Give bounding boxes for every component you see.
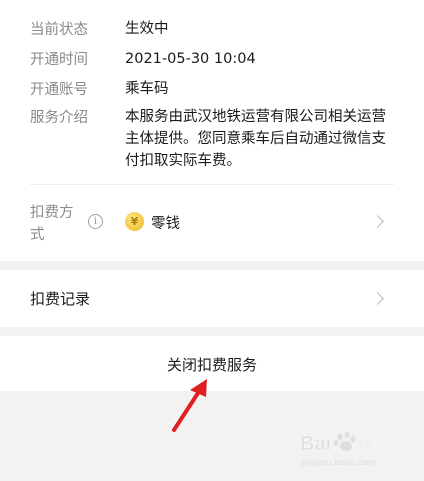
service-detail-card: 当前状态 生效中 开通时间 2021-05-30 10:04 开通账号 乘车码 … <box>0 0 424 261</box>
service-intro-label: 服务介绍 <box>30 110 88 126</box>
service-intro-value: 本服务由武汉地铁运营有限公司相关运营主体提供。您同意乘车后自动通过微信支付扣取实… <box>125 109 386 169</box>
red-arrow-annotation <box>172 379 207 432</box>
coin-icon: ¥ <box>125 212 144 231</box>
status-label: 当前状态 <box>30 22 88 38</box>
chevron-right-icon <box>371 215 384 228</box>
chevron-right-icon <box>371 292 384 305</box>
info-icon[interactable]: i <box>88 214 103 229</box>
arrow-shaft <box>172 388 202 432</box>
baidu-logo: Bai 经验 jingyan.baidu.com <box>300 431 388 467</box>
svg-text:经验: 经验 <box>358 436 388 454</box>
deduction-records-label: 扣费记录 <box>30 290 91 308</box>
baidu-jingyan-watermark: Bai 经验 jingyan.baidu.com <box>300 428 410 476</box>
status-value: 生效中 <box>125 21 169 37</box>
account-label: 开通账号 <box>30 82 88 98</box>
svg-text:Bai: Bai <box>300 433 331 455</box>
deduction-records-row[interactable]: 扣费记录 <box>0 270 424 327</box>
payment-method-label: 扣费方式 <box>30 205 74 243</box>
svg-text:jingyan.baidu.com: jingyan.baidu.com <box>301 458 376 467</box>
payment-method-value: 零钱 <box>151 216 180 232</box>
open-time-label: 开通时间 <box>30 52 88 68</box>
paw-icon <box>333 431 356 451</box>
account-value: 乘车码 <box>125 81 169 97</box>
open-time-value: 2021-05-30 10:04 <box>125 51 256 67</box>
divider <box>30 184 394 185</box>
